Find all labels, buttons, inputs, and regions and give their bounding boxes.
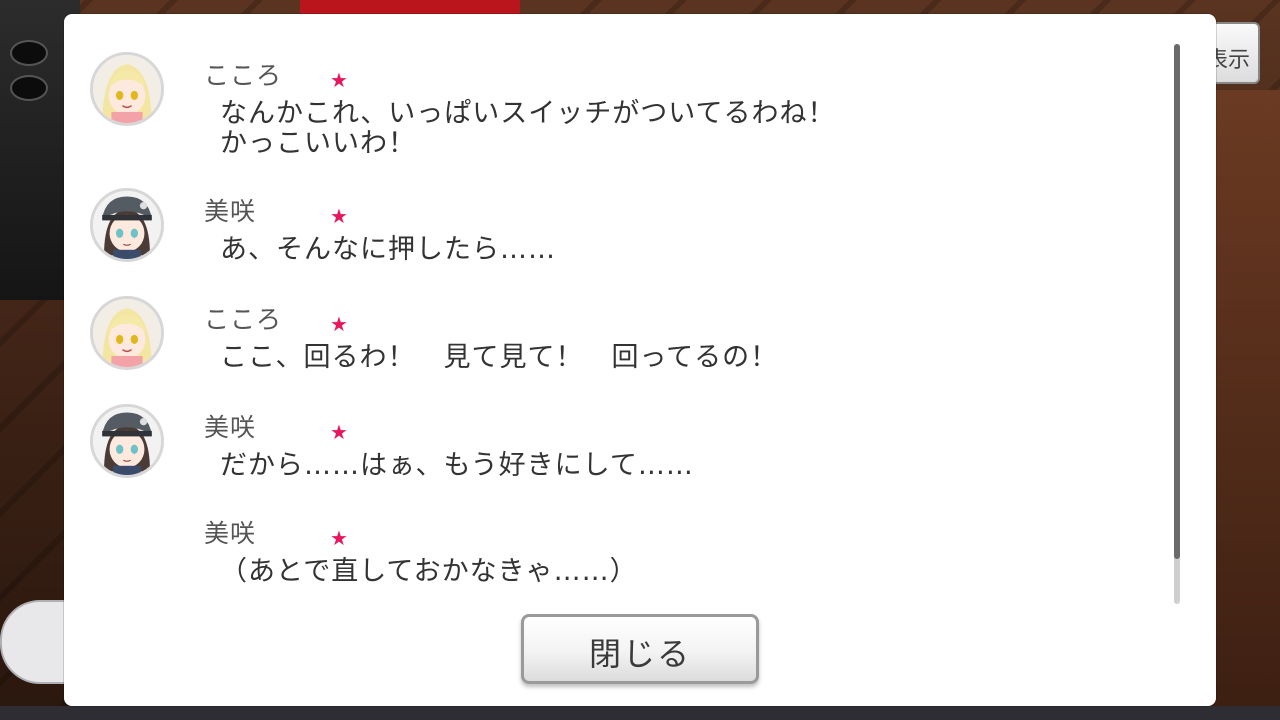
star-icon: ★ (330, 312, 348, 336)
dialogue-line: （あとで直しておかなきゃ……） (220, 556, 638, 587)
close-button-label: 閉じる (588, 635, 691, 673)
speaker-name: 美咲 (204, 413, 257, 442)
backlog-list[interactable]: こころ ★ なんかこれ、いっぱいスイッチがついてるわね！ かっこいいわ！ 美咲 … (64, 14, 1174, 614)
dialogue-line: だから……はぁ、もう好きにして…… (220, 450, 694, 481)
misaki-avatar (90, 404, 164, 478)
star-icon: ★ (330, 68, 348, 92)
dialogue-line: なんかこれ、いっぱいスイッチがついてるわね！ (220, 98, 836, 129)
star-icon: ★ (330, 204, 348, 228)
star-icon: ★ (330, 526, 348, 550)
dialogue-line: あ、そんなに押したら…… (220, 234, 556, 265)
dialogue-line: かっこいいわ！ (220, 128, 416, 159)
speaker-name: こころ (204, 305, 283, 334)
kokoro-avatar (90, 52, 164, 126)
speaker-name: 美咲 (204, 197, 257, 226)
scrollbar[interactable] (1174, 44, 1180, 604)
knob (10, 75, 48, 101)
scrollbar-thumb[interactable] (1174, 44, 1180, 559)
dialogue-line: ここ、回るわ！ 見て見て！ 回ってるの！ (220, 342, 779, 373)
star-icon: ★ (330, 420, 348, 444)
close-button[interactable]: 閉じる (521, 614, 759, 684)
backlog-dialog: こころ ★ なんかこれ、いっぱいスイッチがついてるわね！ かっこいいわ！ 美咲 … (64, 14, 1216, 706)
kokoro-avatar (90, 296, 164, 370)
misaki-avatar (90, 188, 164, 262)
knob (10, 40, 48, 66)
speaker-name: 美咲 (204, 519, 257, 548)
right-desk (1210, 90, 1280, 720)
speaker-name: こころ (204, 61, 283, 90)
bottom-strip (0, 706, 1280, 720)
